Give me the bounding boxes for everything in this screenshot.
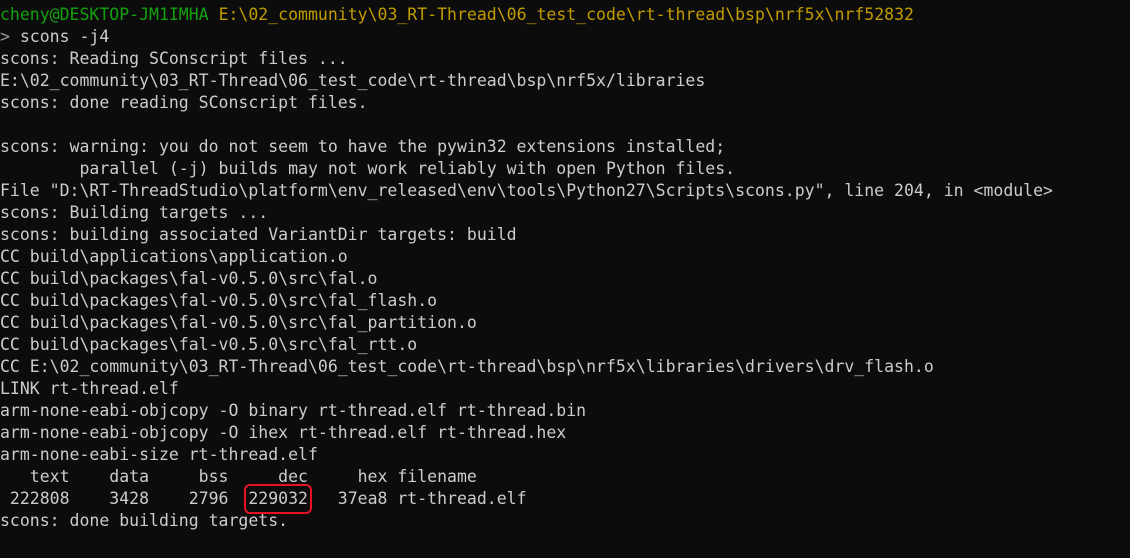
final-status-line: scons: done building targets. [0, 511, 289, 530]
output-line: scons: Building targets ... [0, 203, 269, 222]
output-line: CC E:\02_community\03_RT-Thread\06_test_… [0, 357, 934, 376]
output-line: CC build\packages\fal-v0.5.0\src\fal.o [0, 269, 378, 288]
output-line: E:\02_community\03_RT-Thread\06_test_cod… [0, 71, 706, 90]
output-line: scons: building associated VariantDir ta… [0, 225, 517, 244]
output-line: arm-none-eabi-objcopy -O binary rt-threa… [0, 401, 587, 420]
output-line: LINK rt-thread.elf [0, 379, 179, 398]
prompt-arrow-icon: > [0, 27, 10, 46]
output-line: scons: done reading SConscript files. [0, 93, 368, 112]
size-row-tail: 37ea8 rt-thread.elf [307, 489, 527, 508]
output-line: CC build\applications\application.o [0, 247, 348, 266]
output-line: CC build\packages\fal-v0.5.0\src\fal_rtt… [0, 335, 418, 354]
dec-value-highlight: 229032 [244, 484, 312, 514]
output-line: File "D:\RT-ThreadStudio\platform\env_re… [0, 181, 1053, 200]
output-line: CC build\packages\fal-v0.5.0\src\fal_par… [0, 313, 477, 332]
output-line: arm-none-eabi-objcopy -O ihex rt-thread.… [0, 423, 567, 442]
command-line: > scons -j4 [0, 26, 1130, 48]
size-table-header: text data bss dec hex filename [0, 467, 477, 486]
size-table-row: 222808 3428 2796 229032 37ea8 rt-thread.… [0, 484, 1130, 514]
output-line: arm-none-eabi-size rt-thread.elf [0, 445, 318, 464]
prompt-line: cheny@DESKTOP-JM1IMHA E:\02_community\03… [0, 4, 1130, 26]
output-line: CC build\packages\fal-v0.5.0\src\fal_fla… [0, 291, 438, 310]
terminal-window[interactable]: cheny@DESKTOP-JM1IMHA E:\02_community\03… [0, 0, 1130, 558]
output-line: scons: warning: you do not seem to have … [0, 137, 726, 156]
size-row-values: 222808 3428 2796 [0, 489, 249, 508]
command-text: scons -j4 [19, 27, 110, 46]
output-line: scons: Reading SConscript files ... [0, 49, 348, 68]
output-line: parallel (-j) builds may not work reliab… [0, 159, 736, 178]
input-area[interactable] [0, 532, 1130, 554]
prompt-user-host: cheny@DESKTOP-JM1IMHA [0, 5, 209, 24]
prompt-path: E:\02_community\03_RT-Thread\06_test_cod… [218, 5, 914, 24]
output-lines: scons: Reading SConscript files ... E:\0… [0, 48, 1130, 466]
